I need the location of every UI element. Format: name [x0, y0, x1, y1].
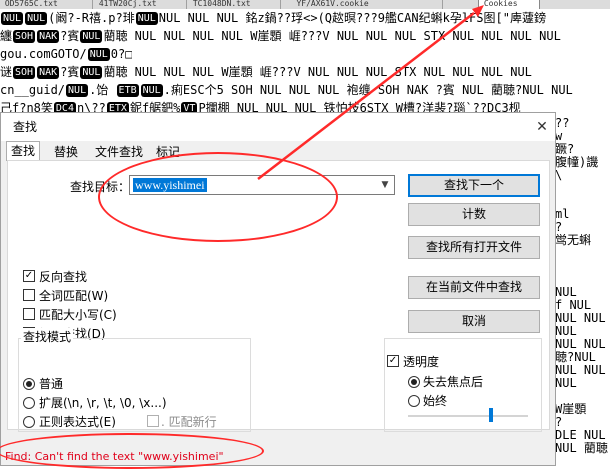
editor-line-right	[555, 247, 610, 260]
dot-newline-checkbox[interactable]	[147, 415, 159, 427]
mode-extended-radio[interactable]	[23, 397, 35, 409]
editor-line-right: W崖顋	[555, 403, 587, 416]
editor-line-right: NUL	[555, 286, 577, 299]
tab-find[interactable]: 查找	[6, 141, 41, 161]
whole-word-label: 全词匹配(W)	[39, 289, 109, 303]
match-case-label: 匹配大小写(C)	[39, 308, 117, 322]
transparency-checkbox[interactable]: ✓	[387, 355, 399, 367]
tab-replace[interactable]: 替换	[50, 143, 82, 161]
document-tab[interactable]: 41TW20Cj.txt	[94, 0, 187, 9]
match-case-checkbox[interactable]	[23, 308, 35, 320]
editor-line-right	[555, 390, 610, 403]
editor-line-right: f NUL	[555, 299, 592, 312]
mode-regex-radio[interactable]	[23, 416, 35, 428]
close-button[interactable]: ✕	[531, 117, 553, 137]
editor-line-right	[555, 260, 610, 273]
editor-line-right: ?	[555, 416, 563, 429]
mode-normal-radio[interactable]	[23, 378, 35, 390]
editor-line-right: 腹幢)譏	[555, 156, 599, 169]
transparency-label: 透明度	[403, 355, 440, 369]
editor-line-right: ??	[555, 117, 570, 130]
chevron-down-icon[interactable]: ▼	[378, 178, 392, 192]
on-lose-focus-radio[interactable]	[408, 376, 420, 388]
find-all-open-files-button[interactable]: 查找所有打开文件	[408, 236, 540, 259]
document-tab[interactable]: OD5765C.txt	[0, 0, 93, 9]
document-tab[interactable]: YF/AX61V.cookie	[282, 0, 443, 9]
reverse-search-checkbox[interactable]: ✓	[23, 270, 35, 282]
search-mode-title: 查找模式	[21, 328, 74, 345]
editor-line-right: NUL NUL	[555, 338, 606, 351]
mode-extended-label: 扩展(\n, \r, \t, \0, \x...)	[39, 396, 167, 410]
editor-line-right: ?	[555, 221, 563, 234]
editor-line-right: 蹶?	[555, 143, 575, 156]
document-tab-active[interactable]: Cookies	[478, 0, 540, 9]
transparency-slider-track[interactable]	[408, 415, 528, 417]
on-lose-focus-label: 失去焦点后	[423, 375, 484, 389]
transparency-slider-thumb[interactable]	[489, 408, 493, 422]
mode-normal-label: 普通	[39, 377, 64, 391]
tab-find-in-files[interactable]: 文件查找	[91, 143, 147, 161]
find-next-button[interactable]: 查找下一个	[408, 174, 540, 197]
editor-line: NUL NUL (阚?-R禧.p?琲 NUL NUL NUL NUL 銘z鍋??琈<>(…	[1, 11, 546, 25]
editor-line-right: \	[555, 169, 563, 182]
editor-line-right	[555, 195, 610, 208]
cancel-button[interactable]: 取消	[408, 310, 540, 333]
document-tab[interactable]: TC1048DN.txt	[188, 0, 281, 9]
editor-line-right: DLE NUL	[555, 429, 606, 442]
editor-line-right: 鸴无蝌	[555, 234, 592, 247]
editor-line-right: NUL 藺聴	[555, 442, 608, 455]
editor-line-right: w	[555, 130, 563, 143]
editor-line-right	[555, 182, 610, 195]
annotation-ellipse-search	[98, 152, 338, 242]
editor-line-right: NUL	[555, 325, 577, 338]
reverse-search-label: 反向查找	[39, 270, 88, 284]
editor-line: 纏 SOH NAK ?賓 NUL 藺聴 NUL NUL NUL NUL W崖顋 崕???V…	[0, 29, 561, 43]
always-label: 始终	[423, 394, 448, 408]
editor-line-right: NUL	[555, 377, 577, 390]
editor-line-right: NUL NUL	[555, 312, 606, 325]
editor-line: gou.comGOTO/NUL 0?□	[0, 47, 133, 61]
editor-line: cn__guid/NUL .饴 ETB NUL .痢ESC个5 SOH NUL NUL…	[0, 83, 573, 97]
editor-line-right: 聴?NUL	[555, 351, 596, 364]
dialog-title-bar[interactable]: 查找 ✕	[1, 113, 555, 141]
count-button[interactable]: 计数	[408, 203, 540, 226]
dot-newline-label: . 匹配新行	[161, 415, 217, 429]
annotation-ellipse-status	[0, 433, 264, 469]
editor-line-right	[555, 273, 610, 286]
always-radio[interactable]	[408, 395, 420, 407]
dialog-title: 查找	[13, 120, 38, 134]
editor-line-right: ml	[555, 208, 570, 221]
editor-line-right: NUL NUL	[555, 364, 606, 377]
editor-line: 谜 SOH NAK ?賓 NUL 藺聴 NUL NUL NUL W崖顋 崕???V NUL…	[0, 65, 532, 79]
find-all-current-file-button[interactable]: 在当前文件中查找	[408, 276, 540, 299]
document-tab-bar: OD5765C.txt 41TW20Cj.txt TC1048DN.txt YF…	[0, 0, 610, 9]
whole-word-checkbox[interactable]	[23, 289, 35, 301]
mode-regex-label: 正则表达式(E)	[39, 415, 116, 429]
